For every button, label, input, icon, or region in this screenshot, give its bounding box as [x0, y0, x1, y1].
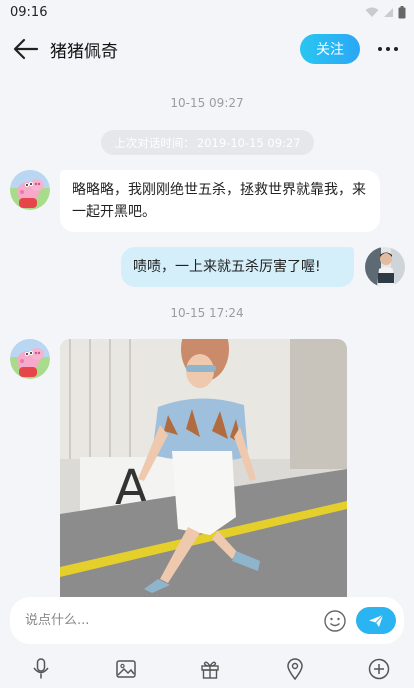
message-composer	[10, 597, 404, 644]
more-button[interactable]	[374, 35, 402, 63]
contact-avatar-2[interactable]	[10, 339, 50, 379]
image-icon	[115, 660, 136, 678]
image-button[interactable]	[113, 656, 139, 682]
send-button[interactable]	[356, 607, 396, 634]
composer-toolbar	[0, 650, 414, 688]
message-timestamp: 10-15 09:27	[170, 96, 244, 110]
more-dot	[386, 47, 390, 51]
received-message-bubble[interactable]: 略略略，我刚刚绝世五杀，拯救世界就靠我，来一起开黑吧。	[60, 170, 380, 232]
sent-message-bubble[interactable]: 啧啧，一上来就五杀厉害了喔!	[121, 247, 354, 287]
more-options-button[interactable]	[366, 656, 392, 682]
peppa-pig-avatar	[10, 170, 50, 210]
follow-button[interactable]: 关注	[300, 34, 360, 64]
emoji-button[interactable]	[322, 608, 348, 634]
back-button[interactable]	[12, 35, 40, 63]
my-avatar[interactable]	[365, 247, 405, 287]
message-input[interactable]	[25, 613, 322, 628]
chat-header: 猪猪佩奇 关注	[0, 24, 414, 74]
microphone-icon	[33, 658, 49, 679]
status-bar: 09:16	[0, 0, 414, 24]
status-time: 09:16	[10, 4, 48, 20]
peppa-pig-avatar	[10, 339, 50, 379]
message-timestamp-2: 10-15 17:24	[170, 306, 244, 320]
user-photo-avatar	[365, 247, 405, 287]
location-pin-icon	[286, 658, 303, 680]
more-dots-icon	[378, 47, 382, 51]
signal-icon	[384, 7, 393, 17]
last-chat-label: 上次对话时间：	[114, 135, 195, 150]
wifi-icon	[365, 7, 379, 17]
smiley-icon	[324, 609, 346, 632]
last-chat-time-pill: 上次对话时间： 2019-10-15 09:27	[101, 130, 314, 155]
street-fashion-photo: A	[60, 339, 347, 601]
back-arrow-icon	[13, 38, 39, 60]
location-button[interactable]	[282, 656, 308, 682]
paper-plane-icon	[369, 614, 384, 627]
gift-button[interactable]	[197, 656, 223, 682]
chat-title: 猪猪佩奇	[50, 41, 118, 62]
contact-avatar[interactable]	[10, 170, 50, 210]
status-icons	[365, 5, 406, 19]
more-dot	[394, 47, 398, 51]
plus-circle-icon	[368, 658, 390, 680]
image-message[interactable]: A	[60, 339, 347, 601]
voice-button[interactable]	[28, 656, 54, 682]
last-chat-value: 2019-10-15 09:27	[196, 135, 301, 150]
gift-icon	[201, 661, 219, 679]
battery-icon	[398, 5, 406, 18]
